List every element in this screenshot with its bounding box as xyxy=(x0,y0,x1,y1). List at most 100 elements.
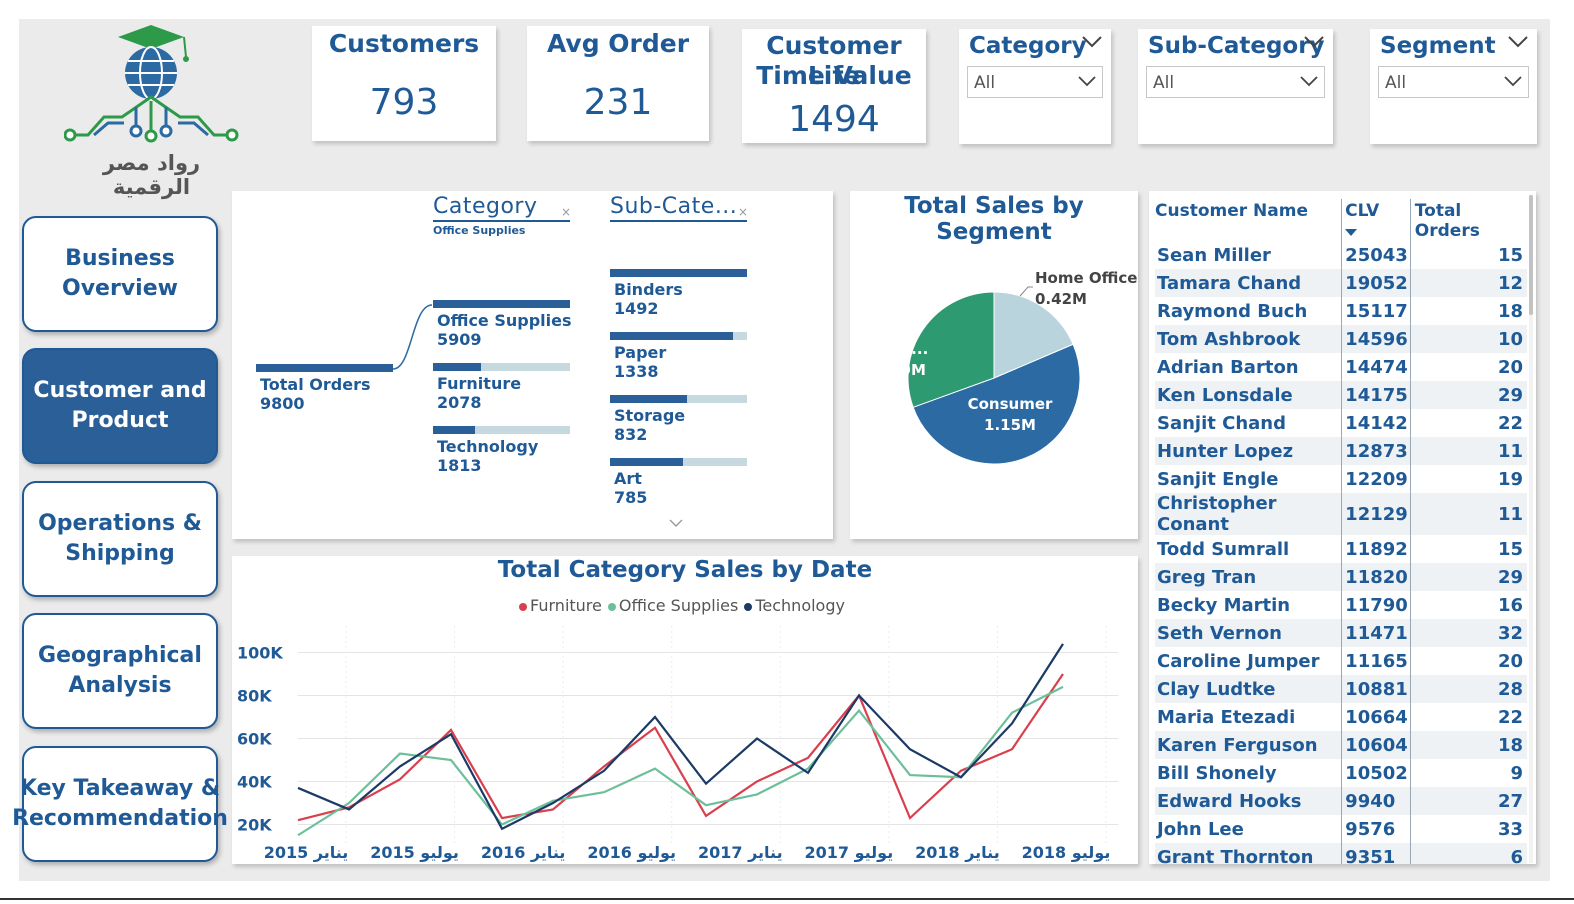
tree-node-bar[interactable] xyxy=(433,363,570,371)
cell-customer-name: Seth Vernon xyxy=(1155,619,1342,647)
nav-button-customer-and-product[interactable]: Customer and Product xyxy=(22,348,218,464)
table-row[interactable]: Ken Lonsdale 14175 29 xyxy=(1155,381,1527,409)
tree-node-bar-fill xyxy=(610,395,687,403)
table-row[interactable]: Bill Shonely 10502 9 xyxy=(1155,759,1527,787)
chevron-down-icon[interactable] xyxy=(1303,35,1325,49)
nav-button-operations-shipping[interactable]: Operations & Shipping xyxy=(22,481,218,597)
customer-table[interactable]: Customer Name CLV Total Orders Sean Mill… xyxy=(1149,191,1536,864)
cell-total-orders: 15 xyxy=(1409,535,1527,563)
column-header-customer-name[interactable]: Customer Name xyxy=(1155,199,1342,241)
table-row[interactable]: Adrian Barton 14474 20 xyxy=(1155,353,1527,381)
cell-clv: 14474 xyxy=(1341,353,1411,381)
tree-node-bar[interactable] xyxy=(610,269,747,277)
tree-subcategory-node[interactable]: Paper 1338 xyxy=(614,343,666,381)
tree-node-bar[interactable] xyxy=(610,332,747,340)
tree-node-bar[interactable] xyxy=(256,364,393,372)
tree-node-label: Furniture xyxy=(437,374,522,393)
cell-total-orders: 16 xyxy=(1409,591,1527,619)
table-row[interactable]: Tamara Chand 19052 12 xyxy=(1155,269,1527,297)
slicer-value: All xyxy=(974,73,996,93)
series-line[interactable] xyxy=(297,685,1064,837)
tree-node-value: 785 xyxy=(614,488,648,507)
tree-node-bar[interactable] xyxy=(433,300,570,308)
table-row[interactable]: Karen Ferguson 10604 18 xyxy=(1155,731,1527,759)
tree-subcategory-node[interactable]: Binders 1492 xyxy=(614,280,683,318)
cell-customer-name: Bill Shonely xyxy=(1157,762,1277,784)
slicer-dropdown[interactable]: All xyxy=(967,66,1103,98)
decomposition-tree[interactable]: Category × Office Supplies Sub-Cate... ×… xyxy=(232,191,833,539)
tree-node-label: Office Supplies xyxy=(437,311,572,330)
tree-node-bar[interactable] xyxy=(610,458,747,466)
kpi-title: Customers xyxy=(328,29,480,58)
cell-customer-name: Becky Martin xyxy=(1157,594,1291,616)
company-logo: رواد مصر الرقمية xyxy=(63,23,239,199)
slicer-segment[interactable]: Segment All xyxy=(1370,29,1537,144)
table-row[interactable]: Sanjit Chand 14142 22 xyxy=(1155,409,1527,437)
cell-customer-name: Tamara Chand xyxy=(1155,269,1342,297)
series-line[interactable] xyxy=(297,643,1064,831)
scrollbar-thumb[interactable] xyxy=(1529,195,1533,315)
table-row[interactable]: Maria Etezadi 10664 22 xyxy=(1155,703,1527,731)
tree-node-value: 9800 xyxy=(260,394,305,413)
table-row[interactable]: Seth Vernon 11471 32 xyxy=(1155,619,1527,647)
tree-node-bar-fill xyxy=(610,458,683,466)
tree-root-node[interactable]: Total Orders 9800 xyxy=(260,375,371,413)
nav-button-business-overview[interactable]: Business Overview xyxy=(22,216,218,332)
cell-total-orders: 27 xyxy=(1409,787,1527,815)
table-row[interactable]: Clay Ludtke 10881 28 xyxy=(1155,675,1527,703)
table-row[interactable]: Todd Sumrall 11892 15 xyxy=(1155,535,1527,563)
cell-clv: 11892 xyxy=(1341,535,1411,563)
pie-slice-label: Consumer xyxy=(968,395,1053,413)
cell-clv: 14142 xyxy=(1341,409,1411,437)
table-header-row: Customer Name CLV Total Orders xyxy=(1155,199,1527,241)
table-row[interactable]: Tom Ashbrook 14596 10 xyxy=(1155,325,1527,353)
tree-category-node[interactable]: Technology 1813 xyxy=(437,437,538,475)
table-row[interactable]: Edward Hooks 9940 27 xyxy=(1155,787,1527,815)
slicer-dropdown[interactable]: All xyxy=(1146,66,1325,98)
tree-node-value: 1813 xyxy=(437,456,482,475)
slicer-dropdown[interactable]: All xyxy=(1378,66,1529,98)
table-row[interactable]: John Lee 9576 33 xyxy=(1155,815,1527,843)
tree-category-node[interactable]: Office Supplies 5909 xyxy=(437,311,572,349)
nav-label-line2: Shipping xyxy=(65,541,175,566)
chevron-down-icon[interactable] xyxy=(1507,35,1529,49)
cell-clv: 11165 xyxy=(1341,647,1411,675)
tree-node-bar[interactable] xyxy=(610,395,747,403)
table-row[interactable]: Sean Miller 25043 15 xyxy=(1155,241,1527,269)
table-row[interactable]: Greg Tran 11820 29 xyxy=(1155,563,1527,591)
chevron-down-icon[interactable] xyxy=(669,519,683,528)
tree-node-bar-fill xyxy=(433,426,476,434)
slicer-value: All xyxy=(1385,73,1407,93)
column-header-total-orders[interactable]: Total Orders xyxy=(1409,199,1527,241)
chevron-down-icon xyxy=(1300,76,1318,87)
cell-clv: 11820 xyxy=(1341,563,1411,591)
cell-total-orders: 22 xyxy=(1409,409,1527,437)
nav-button-geographical-analysis[interactable]: Geographical Analysis xyxy=(22,613,218,729)
column-header-clv[interactable]: CLV xyxy=(1341,199,1411,241)
tree-subcategory-node[interactable]: Art 785 xyxy=(614,469,647,507)
tree-node-label: Binders xyxy=(614,280,683,299)
chevron-down-icon[interactable] xyxy=(1081,35,1103,49)
slicer-category[interactable]: Category All xyxy=(959,29,1111,144)
slicer-title: Category xyxy=(969,33,1087,59)
table-row[interactable]: Christopher Conant 12129 11 xyxy=(1155,493,1527,535)
table-row[interactable]: Grant Thornton 9351 6 xyxy=(1155,843,1527,864)
tree-node-bar[interactable] xyxy=(433,426,570,434)
slicer-sub-category[interactable]: Sub-Category All xyxy=(1138,29,1333,144)
nav-button-key-takeaway[interactable]: Key Takeaway & Recommendation xyxy=(12,746,228,862)
table-row[interactable]: Caroline Jumper 11165 20 xyxy=(1155,647,1527,675)
cell-total-orders: 28 xyxy=(1409,675,1527,703)
tree-node-label: Storage xyxy=(614,406,686,425)
x-tick-label: يناير 2017 xyxy=(698,843,783,862)
tree-subcategory-node[interactable]: Storage 832 xyxy=(614,406,685,444)
y-tick-label: 40K xyxy=(237,773,272,792)
table-row[interactable]: Becky Martin 11790 16 xyxy=(1155,591,1527,619)
cell-customer-name: Todd Sumrall xyxy=(1157,538,1290,560)
table-row[interactable]: Raymond Buch 15117 18 xyxy=(1155,297,1527,325)
table-row[interactable]: Hunter Lopez 12873 11 xyxy=(1155,437,1527,465)
chevron-down-icon xyxy=(1078,76,1096,87)
tree-node-bar-fill xyxy=(610,332,734,340)
cell-clv: 9576 xyxy=(1341,815,1411,843)
tree-category-node[interactable]: Furniture 2078 xyxy=(437,374,521,412)
table-row[interactable]: Sanjit Engle 12209 19 xyxy=(1155,465,1527,493)
